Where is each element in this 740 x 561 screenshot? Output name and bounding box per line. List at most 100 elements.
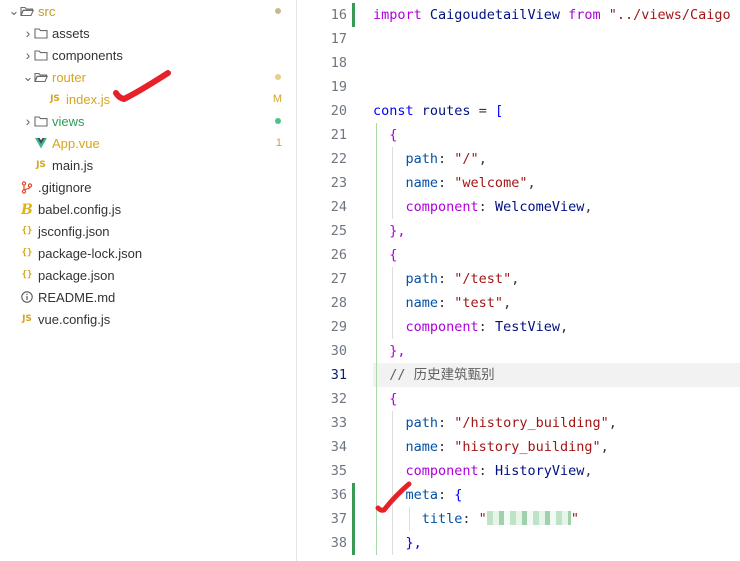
code-line[interactable]: 27 path: "/test", (297, 267, 740, 291)
code-token: , (503, 295, 512, 311)
file-explorer: ⌄ src › assets › components ⌄ router JS index.js M… (0, 0, 296, 561)
line-number: 19 (330, 79, 347, 95)
explorer-item-label: vue.config.js (38, 311, 111, 327)
code-line[interactable]: 22 path: "/", (297, 147, 740, 171)
explorer-item-readme[interactable]: README.md (0, 286, 296, 308)
folder-open-icon (20, 4, 34, 18)
explorer-item-package-lock[interactable]: {} package-lock.json (0, 242, 296, 264)
explorer-item-label: .gitignore (38, 179, 92, 195)
code-token: }, (373, 223, 406, 239)
code-line[interactable]: 36 meta: { (297, 483, 740, 507)
line-number: 24 (330, 199, 347, 215)
explorer-item-gitignore[interactable]: .gitignore (0, 176, 296, 198)
code-line[interactable]: 34 name: "history_building", (297, 435, 740, 459)
line-number: 37 (330, 511, 347, 527)
modified-dot-icon (275, 74, 281, 80)
chevron-down-icon[interactable]: ⌄ (8, 4, 20, 17)
code-text: component: WelcomeView, (373, 195, 593, 219)
code-token: name (373, 175, 439, 191)
chevron-right-icon[interactable]: › (22, 114, 34, 128)
chevron-down-icon[interactable]: ⌄ (22, 70, 34, 83)
code-line[interactable]: 20 const routes = [ (297, 99, 740, 123)
json-file-icon: {} (21, 270, 33, 280)
code-token: : (438, 295, 455, 311)
code-line[interactable]: 38 }, (297, 531, 740, 555)
code-token: const (373, 103, 422, 119)
explorer-item-label: babel.config.js (38, 201, 122, 217)
redacted-text (486, 510, 571, 525)
explorer-item-vue-config[interactable]: JS vue.config.js (0, 308, 296, 330)
code-token: "history_building" (454, 439, 601, 455)
explorer-item-assets[interactable]: › assets (0, 22, 296, 44)
code-line[interactable]: 16 import CaigoudetailView from "../views… (297, 3, 740, 27)
code-line[interactable]: 26 { (297, 243, 740, 267)
code-line[interactable]: 32 { (297, 387, 740, 411)
code-editor[interactable]: 16 import CaigoudetailView from "../views… (297, 0, 740, 561)
code-token: component (373, 463, 479, 479)
code-token: path (373, 415, 439, 431)
code-line[interactable]: 35 component: HistoryView, (297, 459, 740, 483)
code-line[interactable]: 37 title: " " (297, 507, 740, 531)
code-token: { (454, 487, 463, 503)
explorer-item-main-js[interactable]: JS main.js (0, 154, 296, 176)
code-line[interactable]: 24 component: WelcomeView, (297, 195, 740, 219)
code-token: , (478, 151, 487, 167)
code-token: , (511, 271, 520, 287)
code-text: component: TestView, (373, 315, 569, 339)
code-token: [ (494, 103, 504, 119)
code-token: : (438, 175, 455, 191)
explorer-item-components[interactable]: › components (0, 44, 296, 66)
code-token: , (584, 199, 593, 215)
line-number: 26 (330, 247, 347, 263)
code-token: CaigoudetailView (429, 7, 569, 23)
explorer-item-label: package.json (38, 267, 115, 283)
explorer-item-label: src (38, 3, 56, 19)
code-token: : (438, 487, 455, 503)
explorer-item-package-json[interactable]: {} package.json (0, 264, 296, 286)
code-token: : (478, 319, 495, 335)
code-token: component (373, 319, 479, 335)
code-token: WelcomeView (494, 199, 585, 215)
line-number: 29 (330, 319, 347, 335)
chevron-right-icon[interactable]: › (22, 26, 34, 40)
git-modified-gutter (352, 3, 355, 27)
explorer-item-label: index.js (66, 91, 111, 107)
line-number: 23 (330, 175, 347, 191)
folder-icon (34, 48, 48, 62)
explorer-item-label: assets (52, 25, 90, 41)
code-token: , (608, 415, 617, 431)
code-line[interactable]: 31 // 历史建筑甄别 (297, 363, 740, 387)
code-line[interactable]: 18 (297, 51, 740, 75)
modified-dot-icon (275, 118, 281, 124)
code-token: "test" (454, 295, 504, 311)
javascript-file-icon: JS (50, 94, 60, 104)
code-token: "welcome" (454, 175, 528, 191)
explorer-item-app-vue[interactable]: App.vue 1 (0, 132, 296, 154)
git-status-badge: M (272, 93, 282, 105)
code-line[interactable]: 17 (297, 27, 740, 51)
code-line[interactable]: 29 component: TestView, (297, 315, 740, 339)
code-line[interactable]: 30 }, (297, 339, 740, 363)
code-line[interactable]: 21 { (297, 123, 740, 147)
explorer-item-label: components (52, 47, 123, 63)
line-number: 17 (330, 31, 347, 47)
explorer-item-label: jsconfig.json (38, 223, 110, 239)
chevron-right-icon[interactable]: › (22, 48, 34, 62)
explorer-item-babel-config[interactable]: Bbabel.config.js (0, 198, 296, 220)
code-token: : (438, 439, 455, 455)
explorer-item-views[interactable]: › views (0, 110, 296, 132)
code-token: import (373, 7, 430, 23)
explorer-item-src[interactable]: ⌄ src (0, 0, 296, 22)
explorer-item-jsconfig[interactable]: {} jsconfig.json (0, 220, 296, 242)
folder-icon (34, 114, 48, 128)
code-line[interactable]: 19 (297, 75, 740, 99)
code-token: : (438, 151, 455, 167)
line-number: 36 (330, 487, 347, 503)
code-line[interactable]: 25 }, (297, 219, 740, 243)
git-branch-icon (20, 180, 34, 194)
code-line[interactable]: 28 name: "test", (297, 291, 740, 315)
code-line[interactable]: 33 path: "/history_building", (297, 411, 740, 435)
red-checkmark-annotation (113, 70, 171, 102)
red-checkmark-annotation (375, 481, 412, 513)
code-line[interactable]: 23 name: "welcome", (297, 171, 740, 195)
